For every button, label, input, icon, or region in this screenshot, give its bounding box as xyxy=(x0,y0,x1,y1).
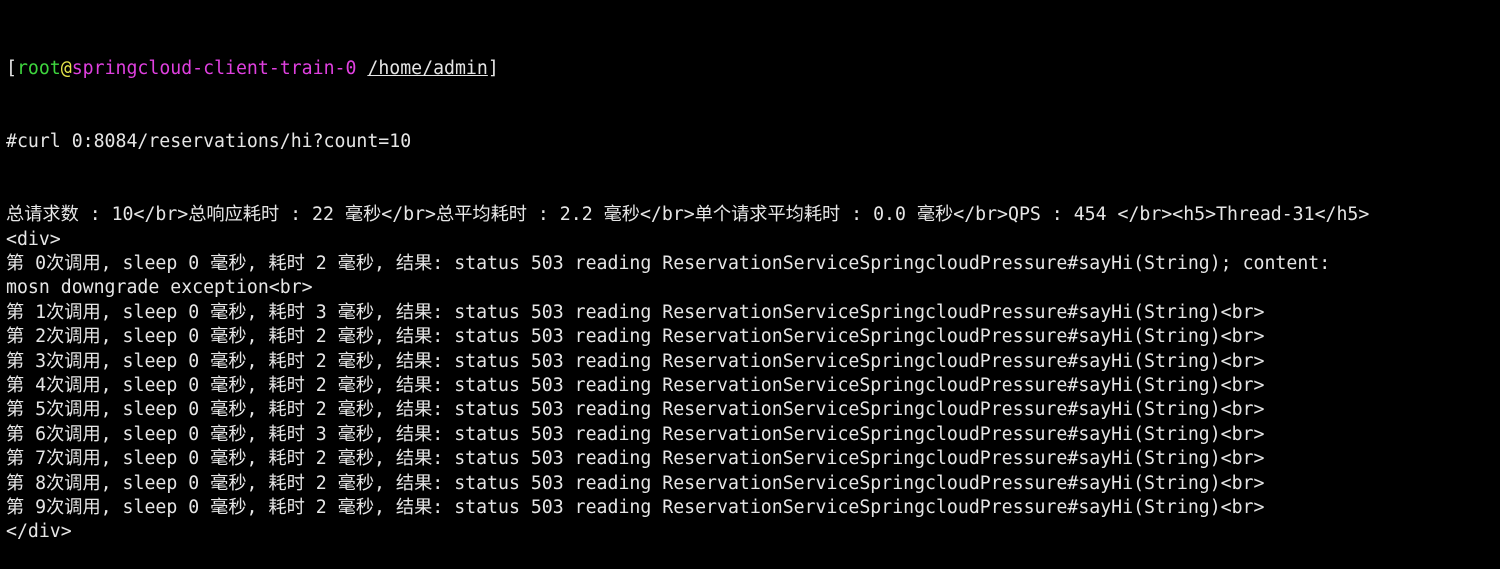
output-line: 第 1次调用, sleep 0 毫秒, 耗时 3 毫秒, 结果: status … xyxy=(6,301,1265,323)
output-line: </div> xyxy=(6,521,72,543)
output-line: 第 0次调用, sleep 0 毫秒, 耗时 2 毫秒, 结果: status … xyxy=(6,253,1331,274)
command-line: #curl 0:8084/reservations/hi?count=10 xyxy=(6,131,412,153)
output-line: 总请求数 : 10</br>总响应耗时 : 22 毫秒</br>总平均耗时 : … xyxy=(6,204,1370,226)
terminal[interactable]: [root@springcloud-client-train-0 /home/a… xyxy=(0,0,1500,569)
prompt-host: springcloud-client-train-0 xyxy=(71,57,357,79)
shell-prompt: [root@springcloud-client-train-0 /home/a… xyxy=(6,57,1500,81)
output-line: <div> xyxy=(6,228,61,250)
prompt-at: @ xyxy=(60,57,72,79)
output-line: 第 4次调用, sleep 0 毫秒, 耗时 2 毫秒, 结果: status … xyxy=(6,374,1265,396)
output-line: 第 9次调用, sleep 0 毫秒, 耗时 2 毫秒, 结果: status … xyxy=(6,496,1265,518)
output-line: mosn downgrade exception<br> xyxy=(6,277,313,299)
output-line: 第 8次调用, sleep 0 毫秒, 耗时 2 毫秒, 结果: status … xyxy=(6,472,1265,494)
prompt-bracket: ] xyxy=(487,57,499,79)
prompt-path: /home/admin xyxy=(367,57,488,79)
output-line: 第 5次调用, sleep 0 毫秒, 耗时 2 毫秒, 结果: status … xyxy=(6,399,1265,421)
output-line: 第 2次调用, sleep 0 毫秒, 耗时 2 毫秒, 结果: status … xyxy=(6,326,1265,348)
prompt-user: root xyxy=(16,57,61,79)
output-line: 第 6次调用, sleep 0 毫秒, 耗时 3 毫秒, 结果: status … xyxy=(6,423,1265,445)
output-line: 第 7次调用, sleep 0 毫秒, 耗时 2 毫秒, 结果: status … xyxy=(6,448,1265,470)
output-line: 第 3次调用, sleep 0 毫秒, 耗时 2 毫秒, 结果: status … xyxy=(6,350,1265,372)
prompt-bracket: [ xyxy=(6,57,17,79)
command-output: 总请求数 : 10</br>总响应耗时 : 22 毫秒</br>总平均耗时 : … xyxy=(6,203,1500,544)
